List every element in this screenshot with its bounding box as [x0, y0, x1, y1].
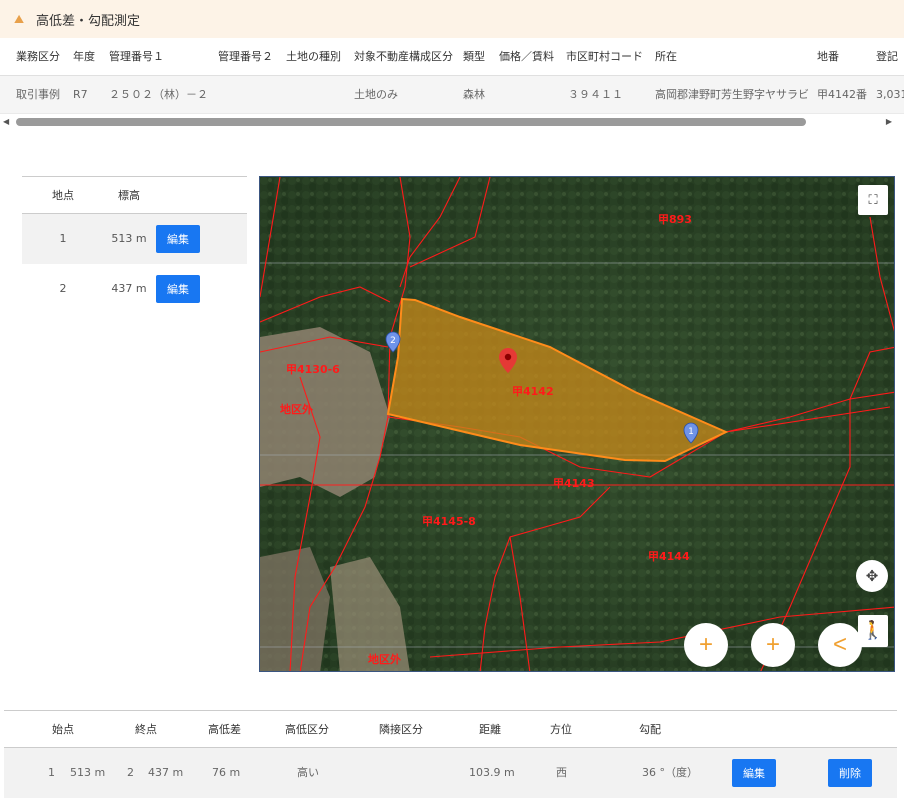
col-header: 始点: [52, 723, 74, 736]
start-elevation: 513 m: [70, 766, 106, 779]
move-icon[interactable]: ✥: [856, 560, 888, 592]
col-header: 業務区分: [16, 50, 60, 63]
col-header-elevation: 標高: [118, 189, 140, 202]
start-point: 1: [48, 766, 55, 779]
collapse-button[interactable]: <: [818, 623, 862, 667]
map-label: 甲4143: [553, 477, 595, 490]
results-header: 始点 終点 高低差 高低区分 隣接区分 距離 方位 勾配: [4, 710, 897, 748]
marker-label: 2: [390, 336, 396, 346]
map-label: 地区外: [280, 402, 313, 416]
map-label: 甲4130-6: [286, 363, 340, 376]
pegman-icon[interactable]: 🚶: [858, 615, 888, 647]
page-title: 高低差・勾配測定: [36, 13, 141, 29]
col-header: 管理番号１: [109, 50, 164, 63]
table-cell: 高岡郡津野町芳生野字ヤサラビ: [655, 88, 809, 101]
add-point-button[interactable]: +: [684, 623, 728, 667]
edit-result-button[interactable]: 編集: [732, 759, 776, 787]
distance: 103.9 m: [469, 766, 515, 779]
edit-point-button[interactable]: 編集: [156, 225, 200, 253]
col-header: 隣接区分: [379, 723, 423, 736]
table-cell: ３９４１１: [568, 88, 623, 101]
end-elevation: 437 m: [148, 766, 184, 779]
map-label: 甲893: [658, 213, 692, 226]
marker-label: 1: [688, 427, 694, 437]
col-header: 地番: [817, 50, 839, 63]
col-header: 勾配: [639, 723, 661, 736]
scrollbar-thumb[interactable]: [16, 118, 806, 126]
point-row: 2 437 m 編集: [22, 264, 247, 314]
point-number: 1: [59, 232, 67, 245]
height-level: 高い: [297, 766, 319, 779]
add-point-button-2[interactable]: +: [751, 623, 795, 667]
col-header: 高低差: [208, 723, 241, 736]
point-row: 1 513 m 編集: [22, 214, 247, 264]
scroll-left-icon[interactable]: ◀: [3, 117, 9, 126]
table-cell: 森林: [463, 88, 485, 101]
table-cell: 土地のみ: [354, 88, 398, 101]
direction: 西: [556, 766, 567, 779]
table-cell: 3,031: [876, 88, 904, 101]
col-header-point: 地点: [52, 189, 74, 202]
col-header: 距離: [479, 723, 501, 736]
map-view[interactable]: 甲893 甲4142 甲4143 甲4145-8 甲4144 甲4130-6 地…: [259, 176, 895, 672]
col-header: 価格／賃料: [499, 50, 554, 63]
table-header-row: 業務区分 年度 管理番号１ 管理番号２ 土地の種別 対象不動産構成区分 類型 価…: [0, 38, 904, 76]
col-header: 土地の種別: [286, 50, 341, 63]
point-number: 2: [59, 282, 67, 295]
table-cell: 取引事例: [16, 88, 60, 101]
col-header: 登記: [876, 50, 898, 63]
points-table: 地点 標高 1 513 m 編集 2 437 m 編集: [22, 176, 247, 314]
table-cell: R7: [73, 88, 88, 101]
table-row: 1 513 m 2 437 m 76 m 高い 103.9 m 西 36 °（度…: [4, 748, 897, 798]
map-label: 甲4144: [648, 550, 690, 563]
col-header: 方位: [550, 723, 572, 736]
points-header: 地点 標高: [22, 176, 247, 214]
col-header: 管理番号２: [218, 50, 273, 63]
map-label: 甲4142: [512, 385, 554, 398]
page-header: ⛰ 高低差・勾配測定: [0, 0, 904, 38]
col-header: 対象不動産構成区分: [354, 50, 453, 63]
end-point: 2: [127, 766, 134, 779]
map-label: 甲4145-8: [422, 515, 476, 528]
col-header: 高低区分: [285, 723, 329, 736]
delete-result-button[interactable]: 削除: [828, 759, 872, 787]
satellite-map[interactable]: 甲893 甲4142 甲4143 甲4145-8 甲4144 甲4130-6 地…: [260, 177, 895, 672]
table-row[interactable]: 取引事例 R7 ２５０２（林）－２ 土地のみ 森林 ３９４１１ 高岡郡津野町芳生…: [0, 76, 904, 114]
table-cell: ２５０２（林）－２: [109, 88, 208, 101]
point-elevation: 513 m: [111, 232, 147, 245]
col-header: 類型: [463, 50, 485, 63]
horizontal-scrollbar[interactable]: ◀ ▶: [0, 114, 904, 130]
edit-point-button[interactable]: 編集: [156, 275, 200, 303]
col-header: 所在: [655, 50, 677, 63]
col-header: 年度: [73, 50, 95, 63]
fullscreen-icon[interactable]: ⛶: [858, 185, 888, 215]
chart-icon: ⛰: [14, 12, 25, 26]
col-header: 終点: [135, 723, 157, 736]
table-cell: 甲4142番: [817, 88, 867, 101]
map-label: 地区外: [368, 652, 401, 666]
height-diff: 76 m: [212, 766, 241, 779]
scroll-right-icon[interactable]: ▶: [886, 117, 892, 126]
slope: 36 °（度）: [642, 766, 698, 779]
col-header: 市区町村コード: [566, 50, 643, 63]
results-table: 始点 終点 高低差 高低区分 隣接区分 距離 方位 勾配 1 513 m 2 4…: [4, 710, 897, 798]
point-elevation: 437 m: [111, 282, 147, 295]
